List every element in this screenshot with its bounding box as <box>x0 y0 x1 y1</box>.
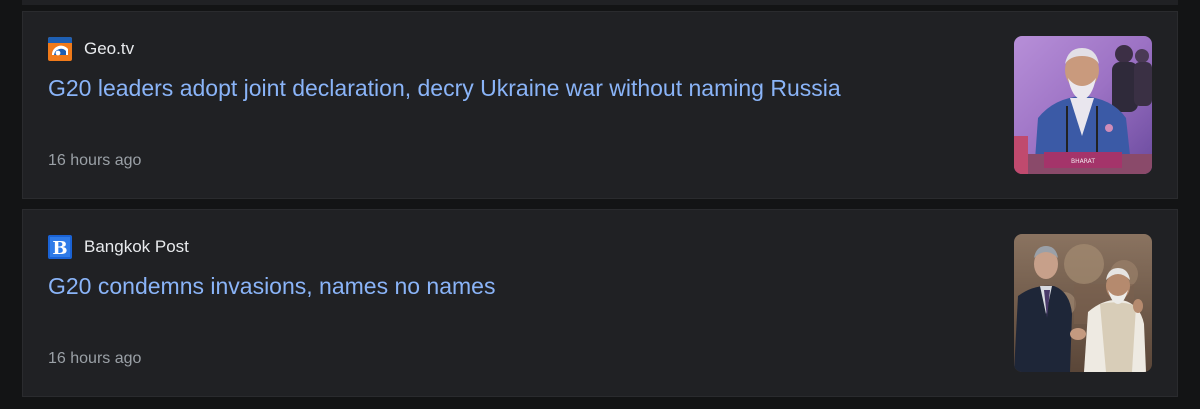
article-timestamp: 16 hours ago <box>48 350 142 367</box>
article-headline-link[interactable]: G20 condemns invasions, names no names <box>48 270 495 302</box>
geo-tv-logo-icon <box>48 37 72 61</box>
article-source[interactable]: B Bangkok Post <box>48 235 189 259</box>
bangkok-post-logo-icon: B <box>48 235 72 259</box>
article-headline-link[interactable]: G20 leaders adopt joint declaration, dec… <box>48 72 841 104</box>
news-article-card[interactable]: Geo.tv G20 leaders adopt joint declarati… <box>22 11 1178 199</box>
article-timestamp: 16 hours ago <box>48 152 142 169</box>
source-name: Geo.tv <box>84 39 135 58</box>
svg-text:B: B <box>52 238 67 259</box>
news-article-card[interactable]: B Bangkok Post G20 condemns invasions, n… <box>22 209 1178 397</box>
previous-card-edge <box>22 0 1178 5</box>
thumbnail-placard-text: BHARAT <box>1071 158 1095 165</box>
source-name: Bangkok Post <box>84 237 189 256</box>
leaders-handshake-image[interactable] <box>1014 234 1152 372</box>
modi-at-podium-image[interactable]: BHARAT <box>1014 36 1152 174</box>
article-source[interactable]: Geo.tv <box>48 37 134 61</box>
